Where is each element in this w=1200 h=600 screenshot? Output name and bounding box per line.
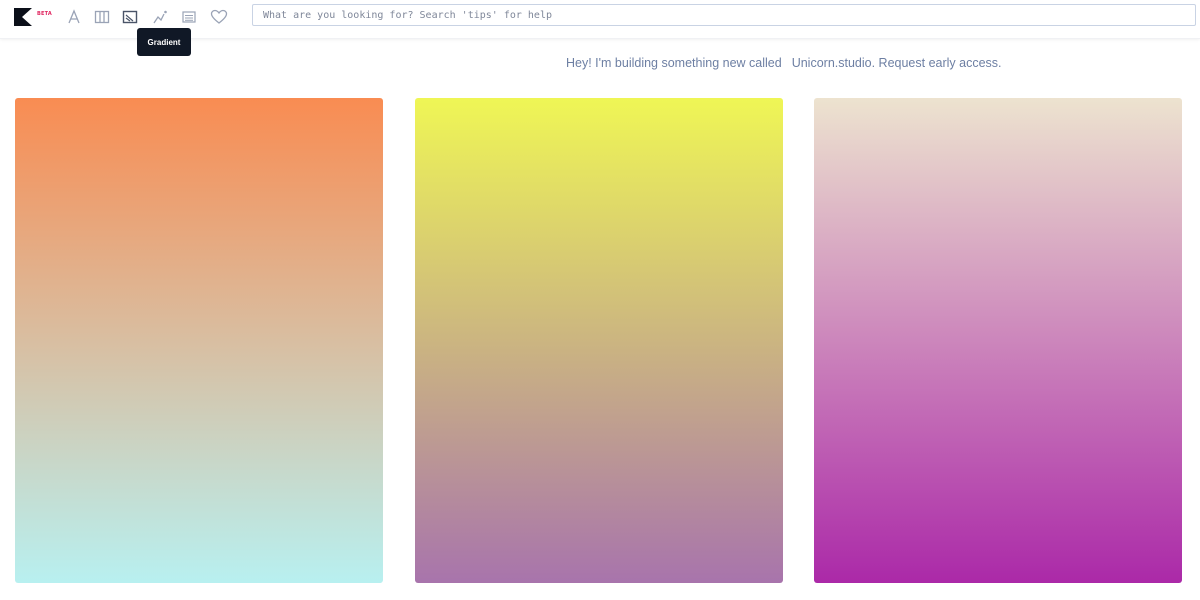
columns-icon[interactable] xyxy=(92,7,112,27)
announcement-banner: Hey! I'm building something new called Un… xyxy=(566,56,1002,70)
gradient-icon[interactable] xyxy=(120,7,140,27)
banner-text: Hey! I'm building something new called xyxy=(566,56,782,70)
early-access-link[interactable]: Unicorn.studio. Request early access. xyxy=(792,56,1002,70)
beta-badge: BETA xyxy=(37,11,52,17)
sparkle-chart-icon[interactable] xyxy=(150,7,170,27)
heart-icon[interactable] xyxy=(209,7,229,27)
gradient-card[interactable] xyxy=(15,98,383,583)
search-input[interactable] xyxy=(252,4,1196,26)
gradient-card[interactable] xyxy=(814,98,1182,583)
gradient-card[interactable] xyxy=(415,98,783,583)
list-icon[interactable] xyxy=(179,7,199,27)
tooltip-gradient: Gradient xyxy=(137,28,191,56)
font-icon[interactable] xyxy=(64,7,84,27)
logo-icon[interactable] xyxy=(14,8,34,26)
